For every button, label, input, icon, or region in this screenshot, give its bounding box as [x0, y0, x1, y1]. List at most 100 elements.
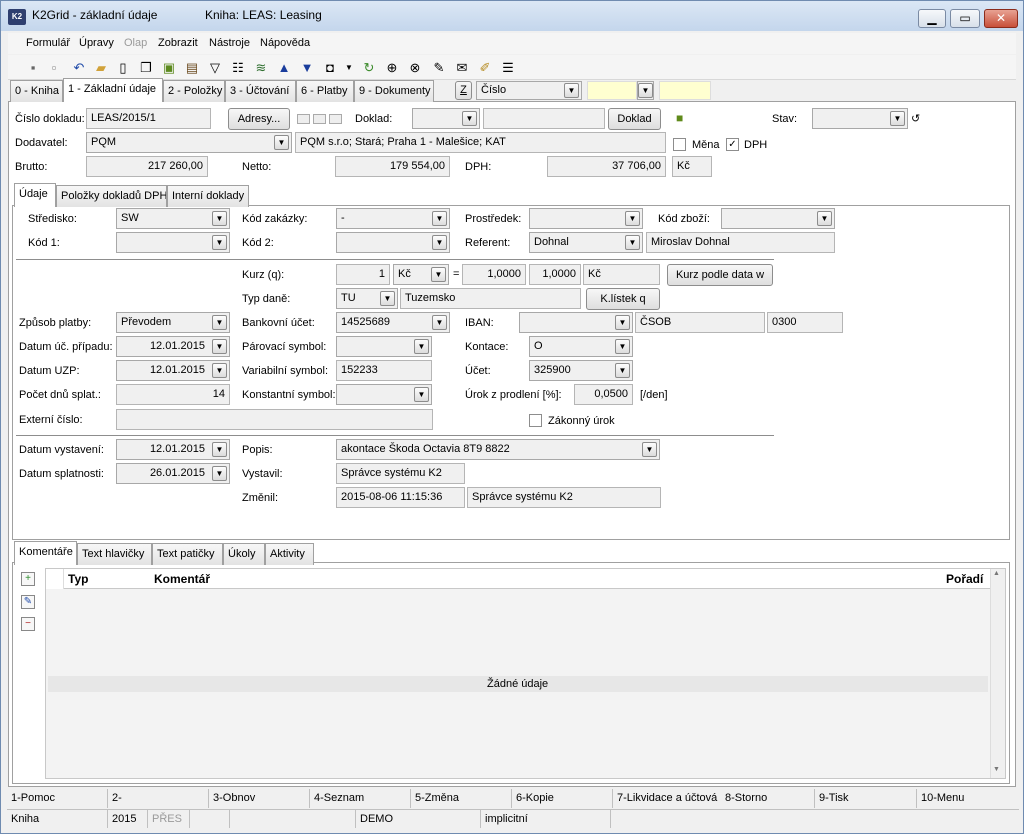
filter-field-2[interactable]: [659, 81, 711, 100]
column-typ[interactable]: Typ: [68, 572, 88, 586]
kod-zbozi-select[interactable]: ▼: [721, 208, 835, 229]
fkey-4[interactable]: 4-Seznam: [310, 789, 411, 808]
doklad-field[interactable]: [483, 108, 605, 129]
tab-dokumenty[interactable]: 9 - Dokumenty: [354, 80, 434, 102]
kurz-mnozstvi-field[interactable]: 1: [336, 264, 390, 285]
datum-vystaveni-field[interactable]: 12.01.2015 ▼: [116, 439, 230, 460]
dph-checkbox[interactable]: ✓: [726, 138, 739, 151]
kurz-1-field[interactable]: 1,0000: [462, 264, 526, 285]
datum-uc-field[interactable]: 12.01.2015 ▼: [116, 336, 230, 357]
typ-dane-select[interactable]: TU ▼: [336, 288, 398, 309]
kurz-podle-data-button[interactable]: Kurz podle data w: [667, 264, 773, 286]
externi-cislo-field[interactable]: [116, 409, 433, 430]
bankovni-ucet-select[interactable]: 14525689 ▼: [336, 312, 450, 333]
fkey-2[interactable]: 2-: [108, 789, 209, 808]
datum-splatnosti-field[interactable]: 26.01.2015 ▼: [116, 463, 230, 484]
ucet-select[interactable]: 325900 ▼: [529, 360, 633, 381]
pocet-dnu-field[interactable]: 14: [116, 384, 230, 405]
kurz-2-field[interactable]: 1,0000: [529, 264, 581, 285]
stredisko-select[interactable]: SW ▼: [116, 208, 230, 229]
fkey-5[interactable]: 5-Změna: [411, 789, 512, 808]
find-next-icon[interactable]: ⊗: [406, 59, 424, 77]
save-as-icon[interactable]: ▫: [45, 59, 63, 77]
edit-icon[interactable]: ✐: [476, 59, 494, 77]
menu-upravy[interactable]: Úpravy: [79, 37, 114, 49]
column-komentar[interactable]: Komentář: [154, 572, 210, 586]
variabilni-symbol-field[interactable]: 152233: [336, 360, 432, 381]
menu-nastroje[interactable]: Nástroje: [209, 37, 250, 49]
iban-select[interactable]: ▼: [519, 312, 633, 333]
filter-list-icon[interactable]: ☷: [229, 59, 247, 77]
fkey-7[interactable]: 7-Likvidace a účtová: [613, 789, 724, 808]
urok-field[interactable]: 0,0500: [574, 384, 633, 405]
bottom-tab-ukoly[interactable]: Úkoly: [223, 543, 265, 565]
column-poradi[interactable]: Pořadí: [946, 572, 983, 586]
scroll-down-icon[interactable]: ▼: [993, 766, 1000, 773]
arrow-up-icon[interactable]: ▲: [275, 59, 293, 77]
parovaci-symbol-select[interactable]: ▼: [336, 336, 432, 357]
scroll-up-icon[interactable]: ▲: [993, 570, 1000, 577]
arrow-down-icon[interactable]: ▼: [298, 59, 316, 77]
fkey-6[interactable]: 6-Kopie: [512, 789, 613, 808]
menu-napoveda[interactable]: Nápověda: [260, 37, 310, 49]
history-icon[interactable]: ↺: [911, 112, 920, 125]
filter-field-1-dropdown[interactable]: ▼: [637, 81, 654, 100]
popis-select[interactable]: akontace Škoda Octavia 8T9 8822 ▼: [336, 439, 660, 460]
subtab-interni-doklady[interactable]: Interní doklady: [167, 185, 249, 207]
fkey-9[interactable]: 9-Tisk: [815, 789, 917, 808]
kontace-select[interactable]: O ▼: [529, 336, 633, 357]
fkey-3[interactable]: 3-Obnov: [209, 789, 310, 808]
fkey-8[interactable]: 8-Storno: [721, 789, 815, 808]
tools-icon[interactable]: ✎: [430, 59, 448, 77]
delete-comment-icon[interactable]: −: [21, 617, 35, 631]
bottom-tab-aktivity[interactable]: Aktivity: [265, 543, 314, 565]
zakonny-urok-checkbox[interactable]: [529, 414, 542, 427]
stav-select[interactable]: ▼: [812, 108, 908, 129]
zpusob-platby-select[interactable]: Převodem ▼: [116, 312, 230, 333]
filter-icon[interactable]: ▽: [206, 59, 224, 77]
sort-select[interactable]: Číslo ▼: [476, 81, 582, 100]
menu-lines-icon[interactable]: ☰: [499, 59, 517, 77]
subtab-polozky-dph[interactable]: Položky dokladů DPH: [56, 185, 167, 207]
kod1-select[interactable]: ▼: [116, 232, 230, 253]
menu-zobrazit[interactable]: Zobrazit: [158, 37, 198, 49]
open-folder-icon[interactable]: ▰: [92, 59, 110, 77]
dodavatel-select[interactable]: PQM ▼: [86, 132, 292, 153]
fkey-1[interactable]: 1-Pomoc: [7, 789, 108, 808]
adresy-button[interactable]: Adresy...: [228, 108, 290, 130]
sort-key-button[interactable]: Z: [455, 81, 472, 100]
restore-button[interactable]: ▭: [950, 9, 980, 28]
dropdown-icon[interactable]: ▼: [340, 59, 358, 77]
referent-select[interactable]: Dohnal ▼: [529, 232, 643, 253]
kurz-mena-select[interactable]: Kč ▼: [393, 264, 449, 285]
copy-icon[interactable]: ❐: [137, 59, 155, 77]
konstantni-symbol-select[interactable]: ▼: [336, 384, 432, 405]
k-listek-button[interactable]: K.lístek q: [586, 288, 660, 310]
tab-kniha[interactable]: 0 - Kniha: [10, 80, 63, 102]
bottom-tab-text-hlavicky[interactable]: Text hlavičky: [77, 543, 152, 565]
menu-olap[interactable]: Olap: [124, 37, 147, 49]
mail-icon[interactable]: ✉: [453, 59, 471, 77]
new-document-icon[interactable]: ▯: [114, 59, 132, 77]
doklad-select[interactable]: ▼: [412, 108, 480, 129]
camera-icon[interactable]: ◘: [321, 59, 339, 77]
datum-uzp-field[interactable]: 12.01.2015 ▼: [116, 360, 230, 381]
binoculars-icon[interactable]: ⊕: [383, 59, 401, 77]
menu-formular[interactable]: Formulář: [26, 37, 70, 49]
refresh-icon[interactable]: ↻: [360, 59, 378, 77]
fkey-10[interactable]: 10-Menu: [917, 789, 1019, 808]
add-comment-icon[interactable]: +: [21, 572, 35, 586]
tab-uctovani[interactable]: 3 - Účtování: [225, 80, 296, 102]
save-icon[interactable]: ▪: [24, 59, 42, 77]
kod-zakazky-select[interactable]: - ▼: [336, 208, 450, 229]
layers-icon[interactable]: ≋: [252, 59, 270, 77]
minimize-button[interactable]: ▁: [918, 9, 946, 28]
tab-polozky[interactable]: 2 - Položky: [163, 80, 225, 102]
tab-zakladni-udaje[interactable]: 1 - Základní údaje: [63, 78, 163, 102]
subtab-udaje[interactable]: Údaje: [14, 183, 56, 207]
mena-checkbox[interactable]: [673, 138, 686, 151]
tab-platby[interactable]: 6 - Platby: [296, 80, 354, 102]
prostredek-select[interactable]: ▼: [529, 208, 643, 229]
bottom-tab-text-paticky[interactable]: Text patičky: [152, 543, 223, 565]
lock-icon[interactable]: ▣: [160, 59, 178, 77]
